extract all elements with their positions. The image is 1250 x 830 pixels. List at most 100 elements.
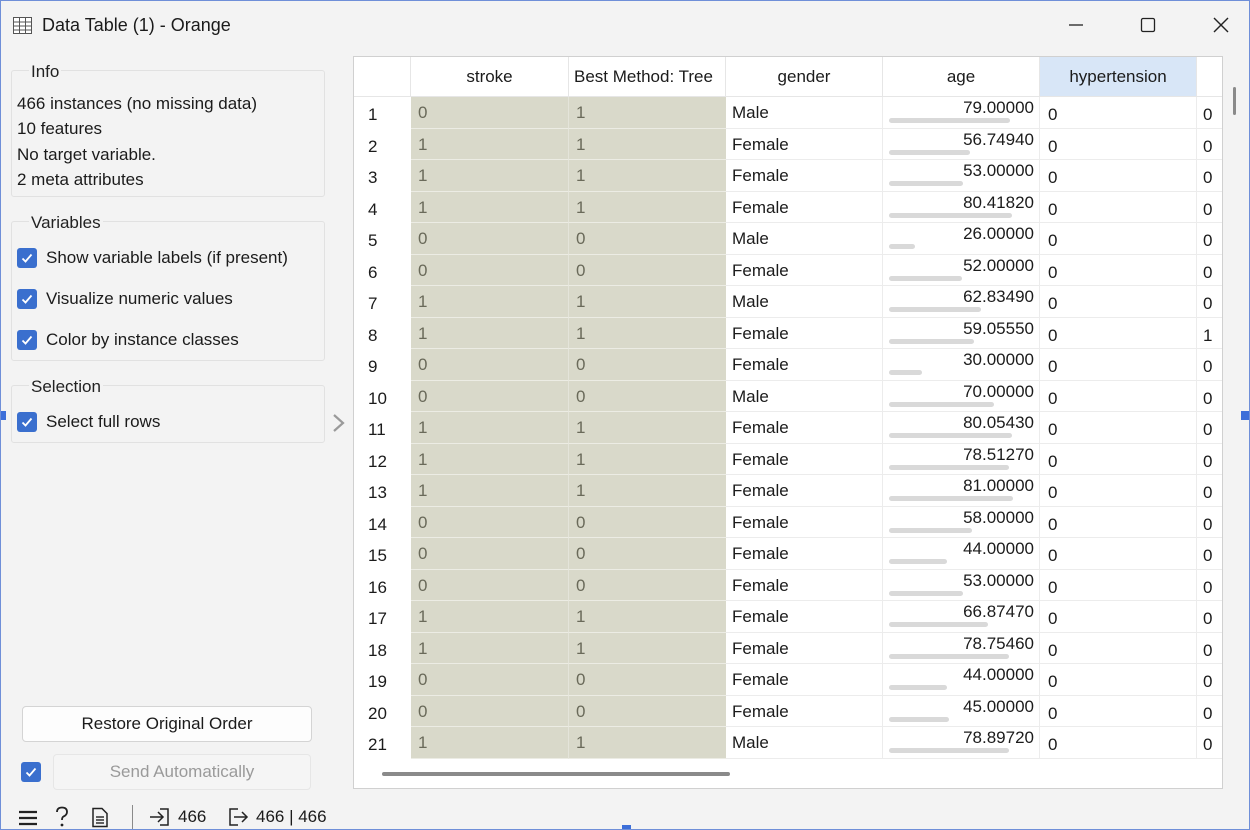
cell-hypertension[interactable]: 0 xyxy=(1040,286,1197,318)
cell-best-method[interactable]: 1 xyxy=(569,475,726,507)
select-full-rows-checkbox[interactable]: Select full rows xyxy=(17,411,160,433)
cell-best-method[interactable]: 1 xyxy=(569,286,726,318)
cell-gender[interactable]: Female xyxy=(726,506,883,538)
table-row[interactable]: 5 0 0 Male 26.00000 0 0 xyxy=(354,223,1222,255)
resize-handle-bottom-center[interactable] xyxy=(622,825,631,829)
row-index[interactable]: 15 xyxy=(354,538,411,570)
cell-stroke[interactable]: 0 xyxy=(411,538,569,570)
cell-gender[interactable]: Female xyxy=(726,695,883,727)
row-index[interactable]: 3 xyxy=(354,160,411,192)
cell-best-method[interactable]: 1 xyxy=(569,160,726,192)
row-index[interactable]: 5 xyxy=(354,223,411,255)
data-table[interactable]: stroke Best Method: Tree gender age hype… xyxy=(353,56,1223,789)
cell-gender[interactable]: Male xyxy=(726,286,883,318)
row-index[interactable]: 16 xyxy=(354,570,411,602)
cell-stroke[interactable]: 0 xyxy=(411,695,569,727)
cell-stroke[interactable]: 0 xyxy=(411,254,569,286)
table-row[interactable]: 17 1 1 Female 66.87470 0 0 xyxy=(354,601,1222,633)
cell-gender[interactable]: Female xyxy=(726,664,883,696)
row-index[interactable]: 13 xyxy=(354,475,411,507)
row-index[interactable]: 10 xyxy=(354,381,411,413)
cell-stroke[interactable]: 1 xyxy=(411,286,569,318)
cell-age[interactable]: 44.00000 xyxy=(883,664,1040,696)
column-header-age[interactable]: age xyxy=(883,57,1040,97)
report-icon[interactable] xyxy=(91,807,109,828)
table-row[interactable]: 18 1 1 Female 78.75460 0 0 xyxy=(354,632,1222,664)
cell-best-method[interactable]: 1 xyxy=(569,128,726,160)
checkbox-checked[interactable] xyxy=(21,762,41,782)
chevron-right-icon[interactable] xyxy=(329,411,349,435)
table-row[interactable]: 4 1 1 Female 80.41820 0 0 xyxy=(354,191,1222,223)
checkbox-checked[interactable] xyxy=(17,330,37,350)
cell-stroke[interactable]: 1 xyxy=(411,317,569,349)
cell-best-method[interactable]: 0 xyxy=(569,349,726,381)
cell-age[interactable]: 45.00000 xyxy=(883,695,1040,727)
cell-gender[interactable]: Male xyxy=(726,380,883,412)
cell-gender[interactable]: Female xyxy=(726,128,883,160)
row-index[interactable]: 1 xyxy=(354,97,411,129)
cell-hypertension[interactable]: 0 xyxy=(1040,632,1197,664)
column-header-stroke[interactable]: stroke xyxy=(411,57,569,97)
cell-age[interactable]: 62.83490 xyxy=(883,286,1040,318)
table-row[interactable]: 3 1 1 Female 53.00000 0 0 xyxy=(354,160,1222,192)
cell-best-method[interactable]: 1 xyxy=(569,601,726,633)
table-row[interactable]: 14 0 0 Female 58.00000 0 0 xyxy=(354,506,1222,539)
checkbox-checked[interactable] xyxy=(17,412,37,432)
cell-stroke[interactable]: 1 xyxy=(411,601,569,633)
cell-best-method[interactable]: 1 xyxy=(569,443,726,475)
cell-age[interactable]: 66.87470 xyxy=(883,601,1040,633)
table-row[interactable]: 19 0 0 Female 44.00000 0 0 xyxy=(354,664,1222,696)
cell-stroke[interactable]: 1 xyxy=(411,727,569,759)
cell-age[interactable]: 58.00000 xyxy=(883,506,1040,538)
table-row[interactable]: 10 0 0 Male 70.00000 0 0 xyxy=(354,380,1222,413)
cell-gender[interactable]: Male xyxy=(726,223,883,255)
table-row[interactable]: 16 0 0 Female 53.00000 0 0 xyxy=(354,569,1222,602)
cell-stroke[interactable]: 0 xyxy=(411,664,569,696)
cell-gender[interactable]: Female xyxy=(726,160,883,192)
send-automatically-checkbox[interactable] xyxy=(21,761,50,783)
cell-stroke[interactable]: 1 xyxy=(411,475,569,507)
cell-age[interactable]: 80.41820 xyxy=(883,191,1040,223)
vertical-scrollbar[interactable] xyxy=(1233,87,1236,115)
table-row[interactable]: 13 1 1 Female 81.00000 0 0 xyxy=(354,475,1222,507)
title-bar[interactable]: Data Table (1) - Orange xyxy=(1,1,1249,51)
restore-original-order-button[interactable]: Restore Original Order xyxy=(22,706,312,742)
cell-next-column[interactable]: 0 xyxy=(1197,507,1222,538)
cell-stroke[interactable]: 0 xyxy=(411,97,569,129)
row-index[interactable]: 14 xyxy=(354,507,411,539)
cell-hypertension[interactable]: 0 xyxy=(1040,569,1197,601)
cell-age[interactable]: 79.00000 xyxy=(883,97,1040,129)
cell-next-column[interactable]: 0 xyxy=(1197,129,1222,160)
cell-hypertension[interactable]: 0 xyxy=(1040,506,1197,538)
cell-gender[interactable]: Female xyxy=(726,632,883,664)
cell-hypertension[interactable]: 0 xyxy=(1040,695,1197,727)
table-row[interactable]: 1 0 1 Male 79.00000 0 0 xyxy=(354,97,1222,129)
cell-hypertension[interactable]: 0 xyxy=(1040,191,1197,223)
cell-gender[interactable]: Female xyxy=(726,317,883,349)
row-index[interactable]: 7 xyxy=(354,286,411,318)
cell-age[interactable]: 80.05430 xyxy=(883,412,1040,444)
cell-stroke[interactable]: 0 xyxy=(411,223,569,255)
cell-next-column[interactable]: 0 xyxy=(1197,223,1222,255)
table-row[interactable]: 9 0 0 Female 30.00000 0 0 xyxy=(354,349,1222,381)
cell-hypertension[interactable]: 0 xyxy=(1040,128,1197,160)
row-index[interactable]: 6 xyxy=(354,255,411,287)
cell-stroke[interactable]: 1 xyxy=(411,191,569,223)
cell-next-column[interactable]: 0 xyxy=(1197,570,1222,601)
cell-stroke[interactable]: 0 xyxy=(411,506,569,538)
table-row[interactable]: 7 1 1 Male 62.83490 0 0 xyxy=(354,286,1222,318)
table-row[interactable]: 21 1 1 Male 78.89720 0 0 xyxy=(354,727,1222,759)
cell-stroke[interactable]: 1 xyxy=(411,160,569,192)
cell-next-column[interactable]: 0 xyxy=(1197,160,1222,192)
cell-age[interactable]: 52.00000 xyxy=(883,254,1040,286)
cell-next-column[interactable]: 1 xyxy=(1197,318,1222,349)
cell-hypertension[interactable]: 0 xyxy=(1040,727,1197,759)
minimize-button[interactable] xyxy=(1040,1,1112,49)
menu-icon[interactable] xyxy=(18,809,38,827)
cell-next-column[interactable]: 0 xyxy=(1197,475,1222,507)
cell-age[interactable]: 59.05550 xyxy=(883,317,1040,349)
row-index[interactable]: 20 xyxy=(354,696,411,728)
cell-next-column[interactable]: 0 xyxy=(1197,664,1222,696)
cell-gender[interactable]: Female xyxy=(726,538,883,570)
cell-hypertension[interactable]: 0 xyxy=(1040,443,1197,475)
